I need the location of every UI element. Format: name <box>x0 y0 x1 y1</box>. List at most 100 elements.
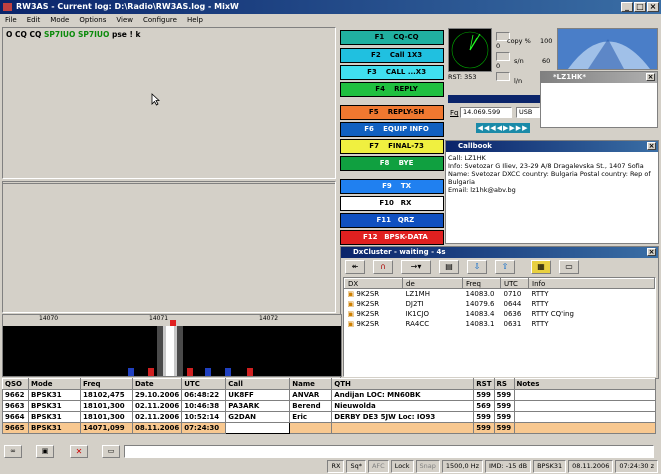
dx-spot-row[interactable]: ▣ 9K2SR LZ1MH 14083.0 0710 RTTY <box>345 289 655 299</box>
menu-configure[interactable]: Configure <box>143 14 177 27</box>
sn-meter <box>496 52 510 61</box>
sort-up-icon[interactable]: ⇧ <box>495 260 515 274</box>
waterfall-display[interactable]: 14070 14071 14072 <box>2 314 342 377</box>
macro-f8[interactable]: F8 BYE <box>340 156 444 171</box>
frequency-scale: 14070 14071 14072 <box>3 315 341 326</box>
log-row[interactable]: 9663 BPSK31 18101,300 02.11.2006 10:46:38 PA3… <box>2 400 657 412</box>
menu-help[interactable]: Help <box>187 14 203 27</box>
multi-icon[interactable]: ▦ <box>531 260 551 274</box>
window-icon[interactable]: ▭ <box>559 260 579 274</box>
rx-prefix: O CQ CQ <box>6 30 44 39</box>
ln-label: l/n <box>514 77 523 85</box>
col-date[interactable]: Date <box>131 378 183 390</box>
close-icon[interactable]: × <box>647 142 656 150</box>
col-utc[interactable]: UTC <box>181 378 227 390</box>
status-imd: IMD: -15 dB <box>485 460 532 473</box>
rx-call-1[interactable]: SP7IUO <box>44 30 75 39</box>
macro-f2[interactable]: F2 Call 1X3 <box>340 48 444 63</box>
filter-icon[interactable]: →▾ <box>401 260 431 274</box>
macro-f4[interactable]: F4 REPLY <box>340 82 444 97</box>
copy-max: 100 <box>540 37 553 45</box>
spectrum-icon <box>568 39 650 69</box>
rst-readout: RST: 353 <box>448 73 477 81</box>
callbook-info: Call: LZ1HK Info: Svetozar G Iliev, 23-2… <box>446 152 658 196</box>
macro-f5[interactable]: F5 REPLY-SH <box>340 105 444 120</box>
rx-call-2[interactable]: SP7IUO <box>78 30 109 39</box>
mode-select[interactable]: USB <box>516 107 540 118</box>
scale-tick-label: 14070 <box>39 315 59 322</box>
col-rst[interactable]: RST <box>473 378 495 390</box>
spot-icon: ▣ <box>347 309 355 318</box>
menu-options[interactable]: Options <box>79 14 106 27</box>
dx-spot-row[interactable]: ▣ 9K2SR DJ2TI 14079.6 0644 RTTY <box>345 299 655 309</box>
col-qth[interactable]: QTH <box>331 378 475 390</box>
clear-icon[interactable]: ▭ <box>102 445 120 458</box>
macro-f1[interactable]: F1 CQ-CQ <box>340 30 444 45</box>
menu-view[interactable]: View <box>116 14 133 27</box>
frequency-input[interactable]: 14.069.599 <box>460 107 512 118</box>
macro-f11[interactable]: F11 QRZ <box>340 213 444 228</box>
glasses-icon[interactable]: ∞ <box>4 445 22 458</box>
dx-spot-row[interactable]: ▣ 9K2SR IK1CJO 14083.4 0636 RTTY CQ'ing <box>345 309 655 319</box>
headphones-icon[interactable]: ∩ <box>373 260 393 274</box>
lz1hk-window: *LZ1HK* × <box>540 71 658 128</box>
frequency-control: Fq 14.069.599 USB ◀◀◀◀▶▶▶▶ <box>448 107 540 137</box>
macro-f3[interactable]: F3 CALL ...X3 <box>340 65 444 80</box>
command-input[interactable] <box>124 445 654 458</box>
status-frequency: 1500,0 Hz <box>441 460 483 473</box>
macro-f7[interactable]: F7 FINAL-73 <box>340 139 444 154</box>
maximize-button[interactable]: □ <box>634 2 646 12</box>
col-dx[interactable]: DX <box>344 278 403 289</box>
col-de[interactable]: de <box>402 278 463 289</box>
col-rs[interactable]: RS <box>493 378 515 390</box>
col-name[interactable]: Name <box>289 378 333 390</box>
receive-text-area[interactable]: O CQ CQ SP7IUO SP7IUO pse ! k <box>2 27 336 179</box>
col-qso[interactable]: QSO <box>2 378 29 390</box>
col-info[interactable]: Info <box>528 278 655 289</box>
waterfall-icon <box>128 326 253 376</box>
col-notes[interactable]: Notes <box>513 378 657 390</box>
col-freq[interactable]: Freq <box>462 278 501 289</box>
log-row[interactable]: 9664 BPSK31 18101,300 02.11.2006 10:52:14 G2D… <box>2 411 657 423</box>
status-squelch[interactable]: Sq* <box>346 460 366 473</box>
macro-f9[interactable]: F9 TX <box>340 179 444 194</box>
transmit-text-area[interactable] <box>2 181 336 313</box>
spectrum-scope <box>557 28 658 70</box>
status-afc[interactable]: AFC <box>367 460 389 473</box>
dx-spot-row[interactable]: ▣ 9K2SR RA4CC 14083.1 0631 RTTY <box>345 319 655 329</box>
macro-f10[interactable]: F10 RX <box>340 196 444 211</box>
sort-down-icon[interactable]: ⇩ <box>467 260 487 274</box>
rx-suffix: pse ! k <box>109 30 141 39</box>
back-icon[interactable]: ↞ <box>345 260 365 274</box>
call-input[interactable] <box>225 422 291 434</box>
minimize-button[interactable]: _ <box>621 2 633 12</box>
menu-edit[interactable]: Edit <box>27 14 41 27</box>
status-snap[interactable]: Snap <box>415 460 440 473</box>
delete-icon[interactable]: ✕ <box>70 445 88 458</box>
col-mode[interactable]: Mode <box>28 378 81 390</box>
macro-f6[interactable]: F6 EQUIP INFO <box>340 122 444 137</box>
log-row[interactable]: 9662 BPSK31 18102,475 29.10.2006 06:48:22 UK8… <box>2 389 657 401</box>
scale-tick-label: 14072 <box>259 315 279 322</box>
save-qso-icon[interactable]: ▣ <box>36 445 54 458</box>
dxcluster-title: DxCluster - waiting - 4s × <box>341 247 658 258</box>
col-call[interactable]: Call <box>225 378 291 390</box>
close-icon[interactable]: × <box>646 73 655 81</box>
status-lock[interactable]: Lock <box>390 460 414 473</box>
close-button[interactable]: × <box>647 2 659 12</box>
log-row-current[interactable]: 9665 BPSK31 14071,099 08.11.2006 07:24:30 599… <box>2 422 657 434</box>
macro-f12[interactable]: F12 BPSK-DATA <box>340 230 444 245</box>
tune-arrows[interactable]: ◀◀◀◀▶▶▶▶ <box>476 123 530 133</box>
menu-file[interactable]: File <box>5 14 17 27</box>
page-icon[interactable]: ▤ <box>439 260 459 274</box>
dxcluster-window: DxCluster - waiting - 4s × ↞ ∩ →▾ ▤ ⇩ ⇧ ▦… <box>340 246 659 379</box>
tuning-scope <box>448 28 492 72</box>
menu-mode[interactable]: Mode <box>50 14 69 27</box>
col-freq[interactable]: Freq <box>80 378 133 390</box>
close-icon[interactable]: × <box>647 248 656 256</box>
status-rx[interactable]: RX <box>327 460 345 473</box>
status-mode[interactable]: BPSK31 <box>533 460 567 473</box>
splitter[interactable] <box>3 183 335 184</box>
col-utc[interactable]: UTC <box>500 278 529 289</box>
sn-min: 0 <box>496 62 501 70</box>
